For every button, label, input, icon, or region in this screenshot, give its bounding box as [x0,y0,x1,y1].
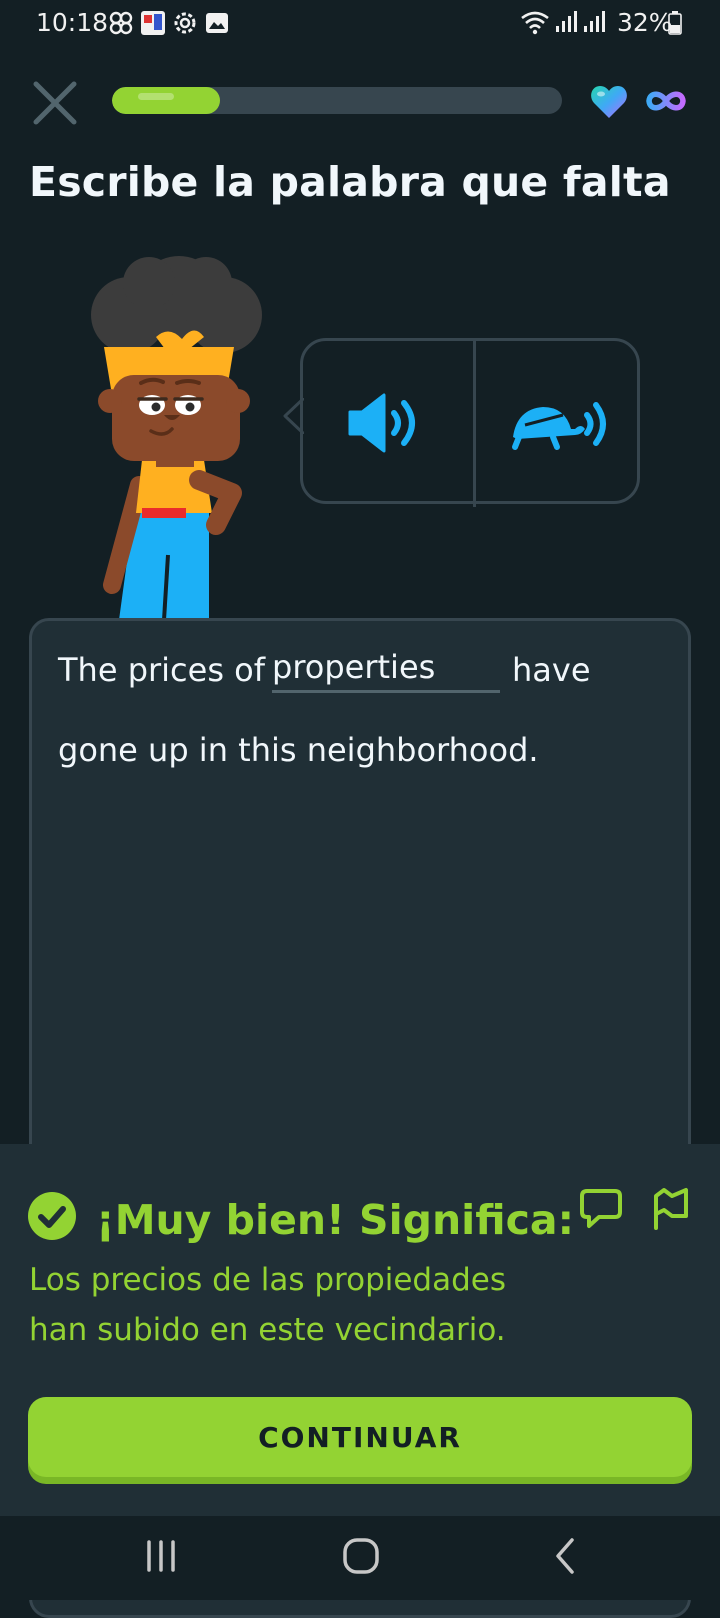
turtle-speaker-icon [512,402,606,450]
character-illustration [91,256,262,620]
report-flag-icon[interactable] [650,1186,690,1230]
system-navigation-bar [0,1516,720,1600]
translation-line-2: han subido en este vecindario. [29,1312,506,1348]
home-icon[interactable] [341,1536,381,1576]
pinwheel-icon [109,11,133,35]
back-icon[interactable] [548,1536,584,1576]
close-icon[interactable] [30,78,80,128]
check-circle-icon [28,1192,76,1240]
image-icon [206,13,228,33]
heart-icon[interactable] [590,84,628,120]
recent-apps-icon[interactable] [143,1536,179,1576]
infinity-icon [646,91,686,111]
sentence-text-before: The prices of [58,651,266,689]
feedback-heading: ¡Muy bien! Significa: [96,1196,574,1244]
exercise-title: Escribe la palabra que falta [29,158,671,206]
notification-app-icon [141,11,165,35]
status-bar: 10:18 32% [0,0,720,46]
translation-line-1: Los precios de las propiedades [29,1262,507,1298]
audio-buttons-bubble [300,338,640,507]
wifi-icon [521,11,549,35]
sentence-text-after: have [512,651,591,689]
missing-word-input[interactable] [272,647,500,693]
lesson-progress-bar [112,87,562,114]
signal-icon [584,11,605,32]
battery-percentage: 32% [617,8,673,37]
signal-icon [556,11,577,32]
progress-fill [112,87,220,114]
play-slow-audio-button[interactable] [475,341,637,501]
gear-icon [174,12,196,34]
battery-icon [668,11,682,35]
progress-shine [138,93,174,100]
sentence-text-line2: gone up in this neighborhood. [58,731,539,769]
speaker-icon [348,393,415,453]
continue-button-label: CONTINUAR [258,1420,462,1454]
feedback-panel: ¡Muy bien! Significa: Los precios de las… [0,1144,720,1516]
play-audio-button[interactable] [303,341,473,501]
status-time: 10:18 [36,8,109,37]
comment-icon[interactable] [579,1188,623,1230]
continue-button[interactable]: CONTINUAR [28,1397,692,1477]
